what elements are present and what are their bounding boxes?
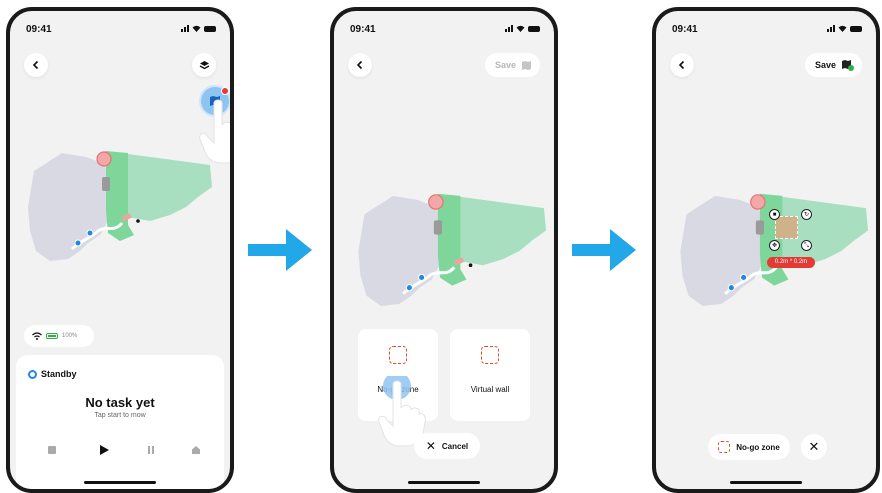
- phone-screen-no-go-zone-editing: 09:41 Save ■ ↻ ✥ ⤡ 0.2m * 0.2m No-go zon…: [652, 7, 880, 493]
- flow-arrow-icon: [572, 229, 636, 271]
- close-icon: ✕: [425, 439, 436, 453]
- resize-zone-handle[interactable]: ⤡: [801, 240, 812, 251]
- status-panel: Standby No task yet Tap start to mow: [16, 355, 224, 489]
- no-go-zone-icon: [718, 441, 731, 453]
- task-subtitle: Tap start to mow: [94, 412, 146, 419]
- trash-icon: ■: [772, 211, 777, 218]
- home-indicator: [730, 481, 802, 484]
- lawn-map[interactable]: [334, 11, 554, 311]
- rotate-icon: ↻: [803, 211, 810, 218]
- wifi-icon: [32, 332, 42, 340]
- no-go-zone-icon: [389, 346, 407, 364]
- cancel-button[interactable]: ✕ Cancel: [414, 433, 480, 459]
- home-indicator: [408, 481, 480, 484]
- rotate-zone-handle[interactable]: ↻: [801, 209, 812, 220]
- notification-dot: [221, 87, 229, 95]
- battery-icon: [46, 333, 58, 339]
- close-icon: ✕: [808, 439, 820, 454]
- flow-arrow-icon: [248, 229, 312, 271]
- pause-icon: [148, 446, 154, 454]
- pause-button[interactable]: [144, 443, 158, 457]
- lawn-map[interactable]: [656, 11, 876, 311]
- virtual-wall-option[interactable]: Virtual wall: [450, 329, 530, 421]
- home-indicator: [84, 481, 156, 484]
- virtual-wall-icon: [481, 346, 499, 364]
- no-go-zone-shape[interactable]: [775, 216, 798, 239]
- play-icon: [99, 445, 109, 455]
- battery-percent: 100%: [62, 333, 78, 339]
- move-icon: ✥: [771, 242, 778, 249]
- zone-size-label: 0.2m * 0.2m: [767, 257, 815, 268]
- hand-pointer-icon: [199, 99, 230, 164]
- play-button[interactable]: [97, 443, 111, 457]
- home-button[interactable]: [189, 443, 203, 457]
- delete-zone-handle[interactable]: ■: [769, 209, 780, 220]
- move-zone-handle[interactable]: ✥: [769, 240, 780, 251]
- stop-button[interactable]: [45, 443, 59, 457]
- connection-status-pill: 100%: [24, 325, 94, 347]
- close-button[interactable]: ✕: [801, 434, 827, 460]
- task-title: No task yet: [85, 395, 155, 410]
- phone-screen-map-home: 09:41 100% Standby No task yet Tap start…: [6, 7, 234, 493]
- resize-icon: ⤡: [804, 242, 809, 249]
- no-go-zone-tool[interactable]: No-go zone: [708, 434, 790, 460]
- status-label: Standby: [28, 369, 77, 379]
- home-icon: [192, 446, 200, 454]
- phone-screen-map-edit-options: 09:41 Save No-go zone Virtual wall ✕ Can…: [330, 7, 558, 493]
- standby-icon: [28, 369, 37, 379]
- stop-icon: [48, 446, 56, 454]
